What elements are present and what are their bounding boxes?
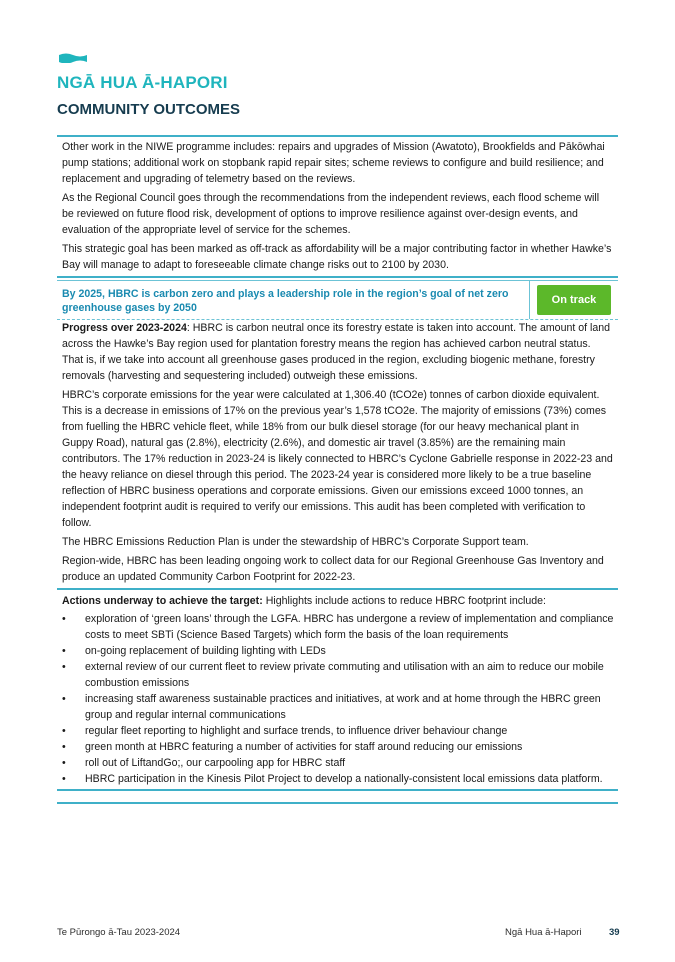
list-item: increasing staff awareness sustainable p… xyxy=(62,691,618,723)
actions-heading: Actions underway to achieve the target: … xyxy=(57,593,618,609)
list-item: on-going replacement of building lightin… xyxy=(62,643,618,659)
list-item: HBRC participation in the Kinesis Pilot … xyxy=(62,771,618,787)
goal-status-cell: On track xyxy=(530,281,618,319)
intro-paragraph: Other work in the NIWE programme include… xyxy=(62,141,605,185)
divider xyxy=(57,802,618,804)
list-item: external review of our current fleet to … xyxy=(62,659,618,691)
divider xyxy=(57,276,618,278)
teal-flag-icon xyxy=(59,53,87,63)
section-title-maori: NGĀ HUA Ā-HAPORI xyxy=(57,73,228,92)
intro-paragraph: This strategic goal has been marked as o… xyxy=(62,243,612,271)
goal-row: By 2025, HBRC is carbon zero and plays a… xyxy=(57,280,618,320)
page-number: 39 xyxy=(609,927,620,938)
progress-section: Progress over 2023-2024: HBRC is carbon … xyxy=(57,320,618,804)
actions-list: exploration of ‘green loans’ through the… xyxy=(57,611,618,787)
actions-label: Actions underway to achieve the target: xyxy=(62,595,263,607)
list-item: regular fleet reporting to highlight and… xyxy=(62,723,618,739)
progress-paragraph: HBRC’s corporate emissions for the year … xyxy=(62,389,613,529)
list-item: green month at HBRC featuring a number o… xyxy=(62,739,618,755)
intro-section: Other work in the NIWE programme include… xyxy=(57,135,618,280)
intro-paragraph: As the Regional Council goes through the… xyxy=(62,192,600,236)
divider xyxy=(57,135,618,137)
footer-report-title: Te Pūrongo ā-Tau 2023-2024 xyxy=(57,927,181,938)
progress-paragraph: Region-wide, HBRC has been leading ongoi… xyxy=(62,555,604,583)
section-title-english: COMMUNITY OUTCOMES xyxy=(57,101,241,118)
progress-paragraph: Progress over 2023-2024: HBRC is carbon … xyxy=(57,320,618,384)
footer-section-name: Ngā Hua ā-Hapori xyxy=(505,927,582,938)
status-badge: On track xyxy=(537,285,611,315)
list-item: exploration of ‘green loans’ through the… xyxy=(62,611,618,643)
progress-paragraph: The HBRC Emissions Reduction Plan is und… xyxy=(62,536,529,548)
actions-intro: Highlights include actions to reduce HBR… xyxy=(262,595,546,607)
goal-statement: By 2025, HBRC is carbon zero and plays a… xyxy=(57,281,530,319)
list-item: roll out of LiftandGo;, our carpooling a… xyxy=(62,755,618,771)
progress-label: Progress over 2023-2024 xyxy=(62,322,187,334)
divider xyxy=(57,789,618,791)
divider xyxy=(57,588,618,590)
